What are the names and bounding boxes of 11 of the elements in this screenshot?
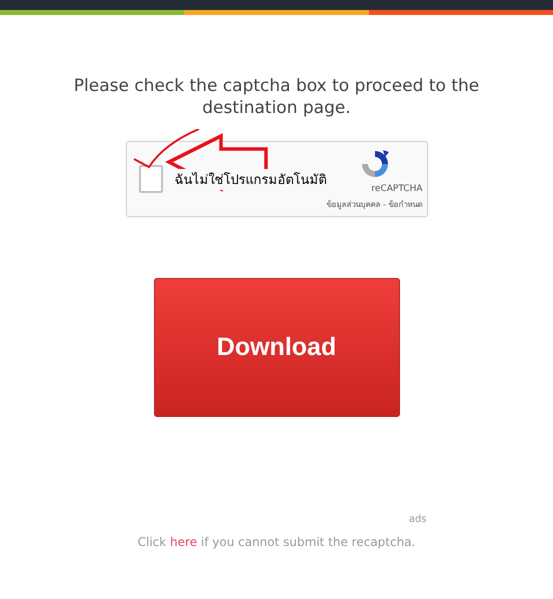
download-button[interactable]: Download — [154, 278, 400, 417]
brand-text: reCAPTCHA — [371, 184, 422, 194]
captcha-label: ฉันไม่ใช่โปรแกรมอัตโนมัติ — [174, 168, 327, 190]
checkbox[interactable] — [138, 165, 163, 193]
privacy-link[interactable]: ข้อมูลส่วนบุคคล — [326, 200, 381, 208]
here-link[interactable]: here — [170, 535, 198, 549]
separator-text: - — [382, 200, 387, 208]
ads-label: ads — [408, 514, 426, 525]
help-text: Click here if you cannot submit the recaptcha. — [138, 535, 416, 549]
instruction-text: Please check the captcha box to proceed to the destination page. — [72, 75, 480, 119]
terms-link[interactable]: ข้อกำหนด — [388, 200, 422, 208]
